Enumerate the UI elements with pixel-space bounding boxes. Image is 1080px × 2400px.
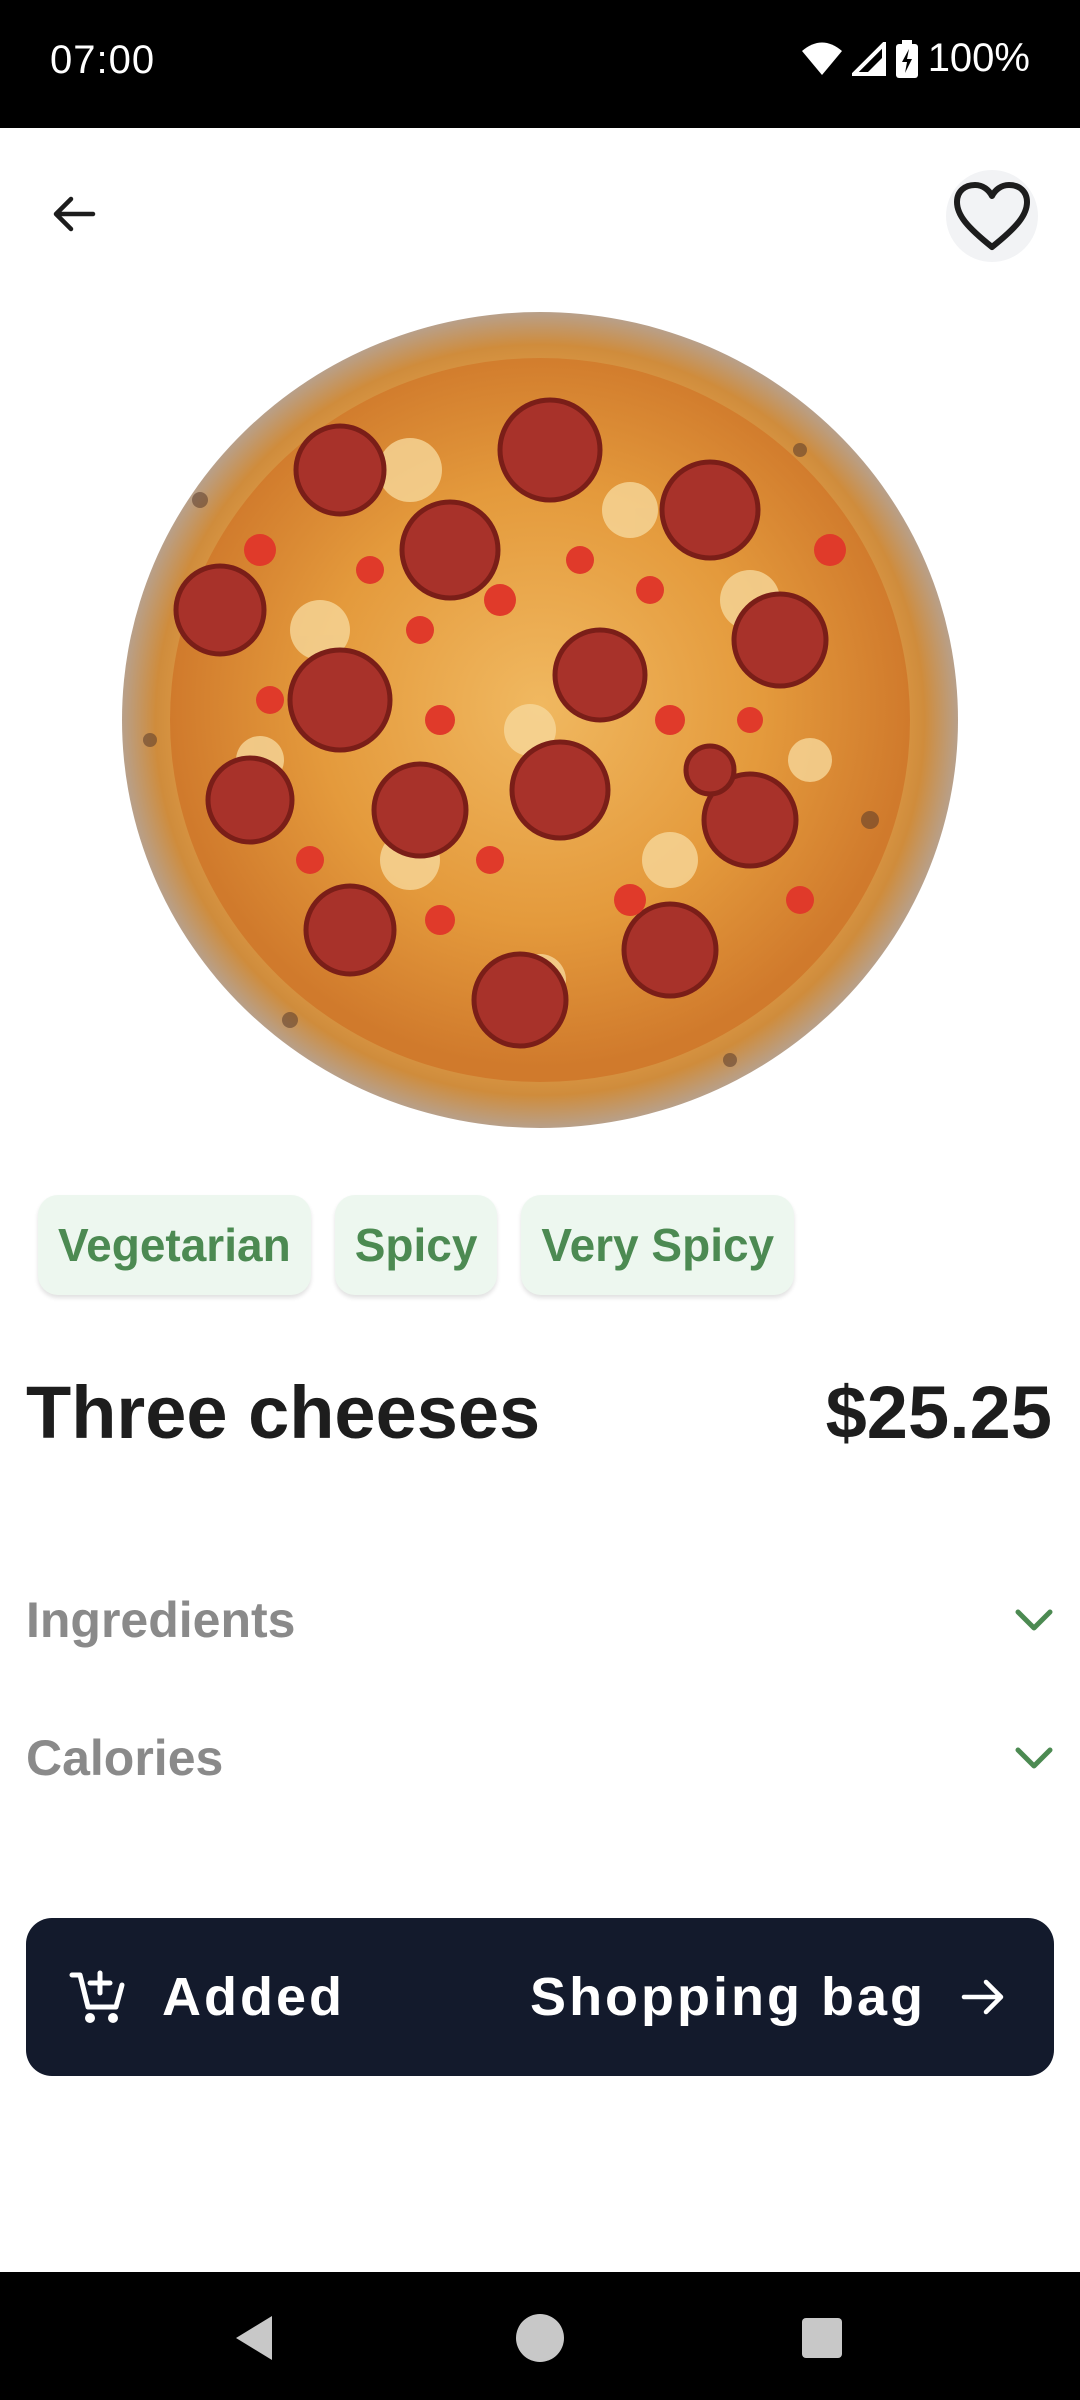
signal-icon xyxy=(851,41,886,76)
favorite-button[interactable] xyxy=(946,170,1038,262)
nav-home-icon[interactable] xyxy=(510,2308,570,2368)
heart-outline-icon xyxy=(954,182,1030,250)
product-price: $25.25 xyxy=(825,1371,1052,1454)
shopping-bag-button[interactable]: Added Shopping bag xyxy=(26,1918,1054,2076)
chevron-down-icon xyxy=(1015,1609,1053,1631)
nav-recent-icon[interactable] xyxy=(792,2308,852,2368)
shopping-bag-label: Shopping bag xyxy=(530,1967,926,2027)
add-to-cart-icon xyxy=(69,1970,125,2023)
calories-expander[interactable]: Calories xyxy=(26,1718,1054,1798)
battery-icon xyxy=(895,39,918,78)
chevron-down-icon xyxy=(1015,1747,1053,1769)
status-icons: 100% xyxy=(801,36,1030,81)
calories-label: Calories xyxy=(26,1730,224,1786)
nav-back-icon[interactable] xyxy=(228,2308,288,2368)
status-bar: 07:00 100% xyxy=(0,0,1080,128)
back-button[interactable] xyxy=(40,180,108,248)
system-nav-bar xyxy=(0,2272,1080,2400)
tag-vegetarian[interactable]: Vegetarian xyxy=(38,1195,311,1295)
battery-percentage: 100% xyxy=(927,36,1030,80)
pizza-illustration xyxy=(122,312,958,1128)
status-time: 07:00 xyxy=(50,38,156,82)
wifi-icon xyxy=(801,42,842,75)
tag-list: Vegetarian Spicy Very Spicy xyxy=(38,1195,795,1295)
added-label: Added xyxy=(162,1967,345,2027)
shopping-bag-link[interactable]: Shopping bag xyxy=(530,1966,1006,2028)
ingredients-expander[interactable]: Ingredients xyxy=(26,1580,1054,1660)
arrow-left-icon xyxy=(53,196,96,232)
tag-spicy[interactable]: Spicy xyxy=(334,1195,498,1295)
tag-very-spicy[interactable]: Very Spicy xyxy=(521,1195,795,1295)
product-image xyxy=(110,300,970,1160)
arrow-right-icon xyxy=(961,1979,1004,2015)
ingredients-label: Ingredients xyxy=(26,1592,296,1648)
product-name: Three cheeses xyxy=(26,1371,541,1454)
